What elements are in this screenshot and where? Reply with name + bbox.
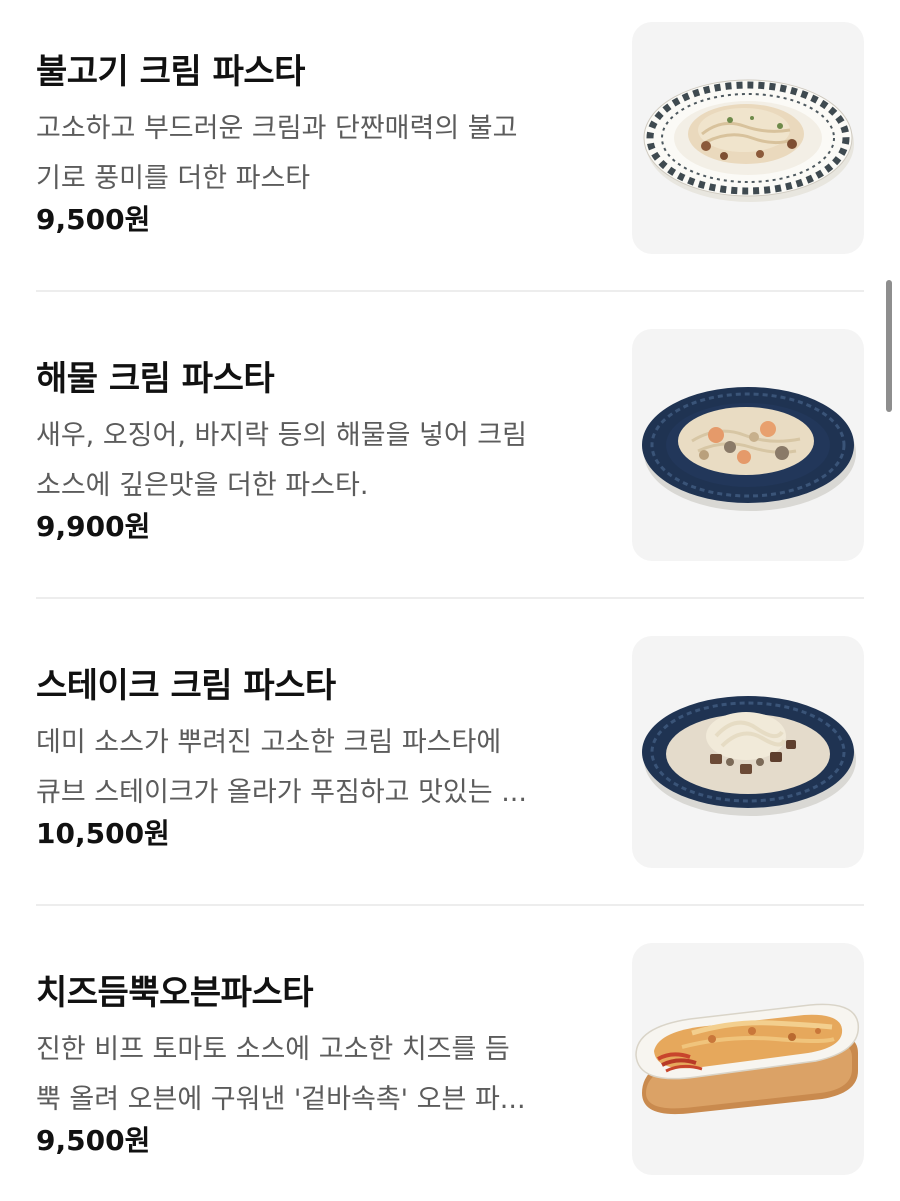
menu-item-name: 스테이크 크림 파스타 — [36, 666, 336, 706]
menu-item-photo[interactable] — [632, 22, 864, 254]
menu-item-price: 9,500원 — [36, 203, 151, 236]
menu-item-price: 9,500원 — [36, 1124, 151, 1157]
menu-item-name: 치즈듬뿍오븐파스타 — [36, 973, 314, 1013]
menu-item-photo[interactable] — [632, 943, 864, 1175]
menu-item-price: 9,900원 — [36, 510, 151, 543]
menu-item-description: 데미 소스가 뿌려진 고소한 크림 파스타에 큐브 스테이크가 올라가 푸짐하고… — [36, 718, 588, 818]
menu-list: 불고기 크림 파스타 고소하고 부드러운 크림과 단짠매력의 불고 기로 풍미를… — [0, 0, 900, 1201]
menu-item-description-line: 고소하고 부드러운 크림과 단짠매력의 불고 — [36, 113, 518, 144]
menu-item-description-line: 새우, 오징어, 바지락 등의 해물을 넣어 크림 — [36, 420, 527, 451]
menu-item-description-line: 큐브 스테이크가 올라가 푸짐하고 맛있는 ... — [36, 777, 527, 808]
menu-item-description: 고소하고 부드러운 크림과 단짠매력의 불고 기로 풍미를 더한 파스타 — [36, 104, 588, 204]
menu-item-description-line: 진한 비프 토마토 소스에 고소한 치즈를 듬 — [36, 1034, 510, 1065]
divider — [36, 904, 864, 906]
menu-item-description-line: 데미 소스가 뿌려진 고소한 크림 파스타에 — [36, 727, 502, 758]
scrollbar-thumb[interactable] — [886, 280, 892, 412]
menu-item-steak-cream-pasta[interactable]: 스테이크 크림 파스타 데미 소스가 뿌려진 고소한 크림 파스타에 큐브 스테… — [36, 636, 864, 868]
menu-item-description: 새우, 오징어, 바지락 등의 해물을 넣어 크림 소스에 깊은맛을 더한 파스… — [36, 411, 588, 511]
menu-item-cheese-oven-pasta[interactable]: 치즈듬뿍오븐파스타 진한 비프 토마토 소스에 고소한 치즈를 듬 뿍 올려 오… — [36, 943, 864, 1175]
divider — [36, 597, 864, 599]
menu-item-description-line: 기로 풍미를 더한 파스타 — [36, 163, 311, 194]
menu-item-name: 해물 크림 파스타 — [36, 359, 275, 399]
menu-item-photo[interactable] — [632, 636, 864, 868]
bulgogi-pasta-plate-image — [643, 79, 854, 202]
seafood-pasta-plate-image — [642, 387, 856, 511]
menu-item-description-line: 소스에 깊은맛을 더한 파스타. — [36, 470, 369, 501]
menu-item-bulgogi-cream-pasta[interactable]: 불고기 크림 파스타 고소하고 부드러운 크림과 단짠매력의 불고 기로 풍미를… — [36, 22, 864, 254]
divider — [36, 290, 864, 292]
menu-item-price: 10,500원 — [36, 817, 170, 850]
cheese-oven-pasta-dish-image — [635, 1003, 860, 1115]
menu-item-photo[interactable] — [632, 329, 864, 561]
menu-item-name: 불고기 크림 파스타 — [36, 52, 305, 92]
steak-pasta-plate-image — [642, 696, 856, 816]
menu-item-description: 진한 비프 토마토 소스에 고소한 치즈를 듬 뿍 올려 오븐에 구워낸 '겉바… — [36, 1025, 588, 1125]
menu-item-description-line: 뿍 올려 오븐에 구워낸 '겉바속촉' 오븐 파... — [36, 1084, 526, 1115]
menu-item-seafood-cream-pasta[interactable]: 해물 크림 파스타 새우, 오징어, 바지락 등의 해물을 넣어 크림 소스에 … — [36, 329, 864, 561]
